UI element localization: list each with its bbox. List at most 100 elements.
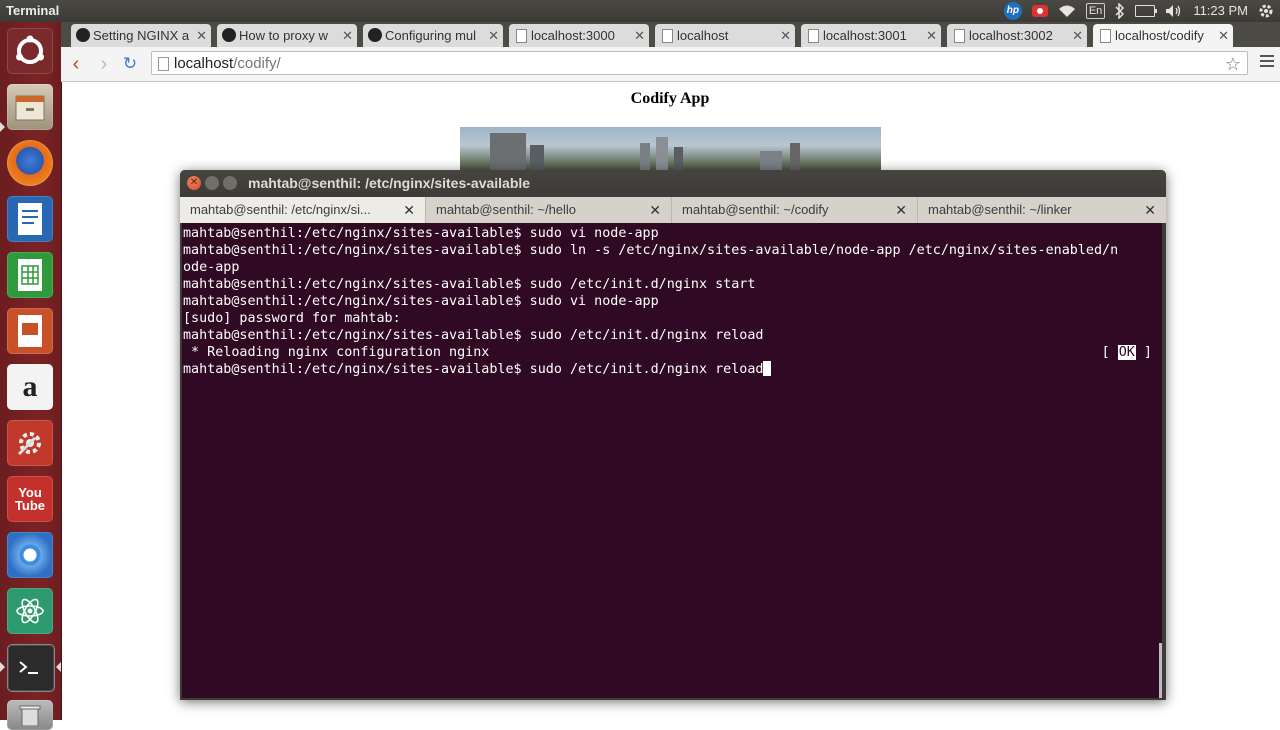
browser-tab[interactable]: Setting NGINX a ✕ [71, 24, 211, 47]
page-icon [516, 29, 527, 43]
power-gear-icon[interactable] [1258, 2, 1274, 20]
hp-icon[interactable]: hp [1003, 2, 1022, 20]
trash-icon[interactable] [7, 700, 53, 730]
youtube-icon[interactable]: You Tube [7, 476, 53, 522]
window-close-button[interactable]: ✕ [187, 176, 201, 190]
window-maximize-button[interactable] [223, 176, 237, 190]
close-icon[interactable]: ✕ [403, 197, 415, 223]
terminal-tab-title: mahtab@senthil: ~/hello [436, 202, 577, 217]
close-icon[interactable]: ✕ [1218, 24, 1229, 47]
keyboard-layout-indicator[interactable]: En [1085, 3, 1106, 19]
close-icon[interactable]: ✕ [342, 24, 353, 47]
browser-tab[interactable]: localhost:3002 ✕ [947, 24, 1087, 47]
page-heading: Codify App [630, 90, 710, 107]
terminal-command-text: mahtab@senthil:/etc/nginx/sites-availabl… [183, 362, 764, 377]
browser-tab-title: localhost:3002 [969, 28, 1053, 43]
close-icon[interactable]: ✕ [780, 24, 791, 47]
terminal-tab[interactable]: mahtab@senthil: ~/linker ✕ [918, 197, 1166, 223]
terminal-line: ode-app [183, 260, 240, 275]
browser-tab[interactable]: localhost ✕ [655, 24, 795, 47]
terminal-window-title: mahtab@senthil: /etc/nginx/sites-availab… [248, 175, 531, 191]
unity-launcher: a You Tube [0, 22, 62, 730]
browser-menu-icon[interactable] [1260, 52, 1274, 70]
browser-toolbar: ‹ › ↻ localhost/codify/ ☆ [61, 47, 1280, 82]
page-icon [954, 29, 965, 43]
terminal-current-line: mahtab@senthil:/etc/nginx/sites-availabl… [183, 361, 1162, 378]
forward-icon[interactable]: › [93, 53, 115, 75]
url-host: localhost [174, 55, 234, 72]
back-icon[interactable]: ‹ [65, 53, 87, 75]
atom-icon[interactable] [7, 588, 53, 634]
browser-tab-title: localhost/codify [1115, 28, 1204, 43]
youtube-bottom-text: Tube [14, 498, 46, 513]
github-icon [368, 28, 382, 42]
page-icon [808, 29, 819, 43]
terminal-line: mahtab@senthil:/etc/nginx/sites-availabl… [183, 277, 756, 292]
ok-bracket-right: ] [1135, 345, 1152, 360]
terminal-tab-title: mahtab@senthil: /etc/nginx/si... [190, 202, 371, 217]
city-skyline-image [460, 127, 881, 173]
libreoffice-calc-icon[interactable] [7, 252, 53, 298]
terminal-icon[interactable] [7, 644, 55, 692]
battery-icon[interactable] [1135, 2, 1158, 20]
bluetooth-icon[interactable] [1115, 2, 1125, 20]
ubuntu-dash-icon[interactable] [7, 28, 53, 74]
github-icon [222, 28, 236, 42]
browser-tab[interactable]: localhost:3001 ✕ [801, 24, 941, 47]
terminal-line: mahtab@senthil:/etc/nginx/sites-availabl… [183, 243, 1119, 258]
browser-tab-title: localhost:3000 [531, 28, 615, 43]
terminal-scrollbar[interactable] [1159, 643, 1162, 698]
terminal-line: [sudo] password for mahtab: [183, 311, 401, 326]
close-icon[interactable]: ✕ [1144, 197, 1156, 223]
bookmark-star-icon[interactable]: ☆ [1225, 52, 1241, 76]
recorder-icon[interactable] [1031, 2, 1048, 20]
browser-tab-active[interactable]: localhost/codify ✕ [1093, 24, 1233, 47]
browser-tab-title: Setting NGINX a [93, 28, 190, 43]
browser-tab[interactable]: Configuring mul ✕ [363, 24, 503, 47]
close-icon[interactable]: ✕ [649, 197, 661, 223]
wifi-icon[interactable] [1058, 2, 1076, 20]
amazon-icon[interactable]: a [7, 364, 53, 410]
terminal-tab[interactable]: mahtab@senthil: ~/codify ✕ [672, 197, 918, 223]
browser-tab-title: localhost [677, 28, 729, 43]
close-icon[interactable]: ✕ [196, 24, 207, 47]
browser-tab[interactable]: localhost:3000 ✕ [509, 24, 649, 47]
close-icon[interactable]: ✕ [895, 197, 907, 223]
terminal-tab-active[interactable]: mahtab@senthil: /etc/nginx/si... ✕ [180, 197, 426, 223]
ok-bracket-left: [ [1101, 345, 1118, 360]
browser-tab-title: How to proxy w [239, 28, 328, 43]
terminal-output[interactable]: mahtab@senthil:/etc/nginx/sites-availabl… [182, 223, 1162, 698]
window-minimize-button[interactable] [205, 176, 219, 190]
page-icon [1100, 29, 1111, 43]
system-settings-icon[interactable] [7, 420, 53, 466]
url-path: /codify/ [233, 55, 281, 72]
libreoffice-writer-icon[interactable] [7, 196, 53, 242]
address-bar[interactable]: localhost/codify/ ☆ [151, 51, 1248, 75]
browser-tab-title: Configuring mul [385, 28, 477, 43]
terminal-tab-title: mahtab@senthil: ~/codify [682, 202, 829, 217]
libreoffice-impress-icon[interactable] [7, 308, 53, 354]
github-icon [76, 28, 90, 42]
active-app-title: Terminal [6, 3, 60, 18]
terminal-tab[interactable]: mahtab@senthil: ~/hello ✕ [426, 197, 672, 223]
terminal-line: * Reloading nginx configuration nginx [183, 345, 490, 360]
close-icon[interactable]: ✕ [634, 24, 645, 47]
terminal-cursor [763, 361, 772, 376]
terminal-window: ✕ mahtab@senthil: /etc/nginx/sites-avail… [180, 170, 1166, 700]
terminal-titlebar[interactable]: ✕ mahtab@senthil: /etc/nginx/sites-avail… [180, 170, 1166, 197]
close-icon[interactable]: ✕ [926, 24, 937, 47]
close-icon[interactable]: ✕ [488, 24, 499, 47]
page-icon [662, 29, 673, 43]
chromium-icon[interactable] [7, 532, 53, 578]
ok-status: [ OK ] [1102, 344, 1152, 361]
terminal-line: mahtab@senthil:/etc/nginx/sites-availabl… [183, 226, 659, 241]
volume-icon[interactable] [1165, 2, 1183, 20]
reload-icon[interactable]: ↻ [119, 53, 141, 75]
ok-label: OK [1117, 345, 1136, 360]
close-icon[interactable]: ✕ [1072, 24, 1083, 47]
top-panel: Terminal hp En 11:23 PM [0, 0, 1280, 22]
firefox-icon[interactable] [7, 140, 53, 186]
browser-tab-title: localhost:3001 [823, 28, 907, 43]
clock[interactable]: 11:23 PM [1193, 2, 1248, 20]
browser-tab[interactable]: How to proxy w ✕ [217, 24, 357, 47]
